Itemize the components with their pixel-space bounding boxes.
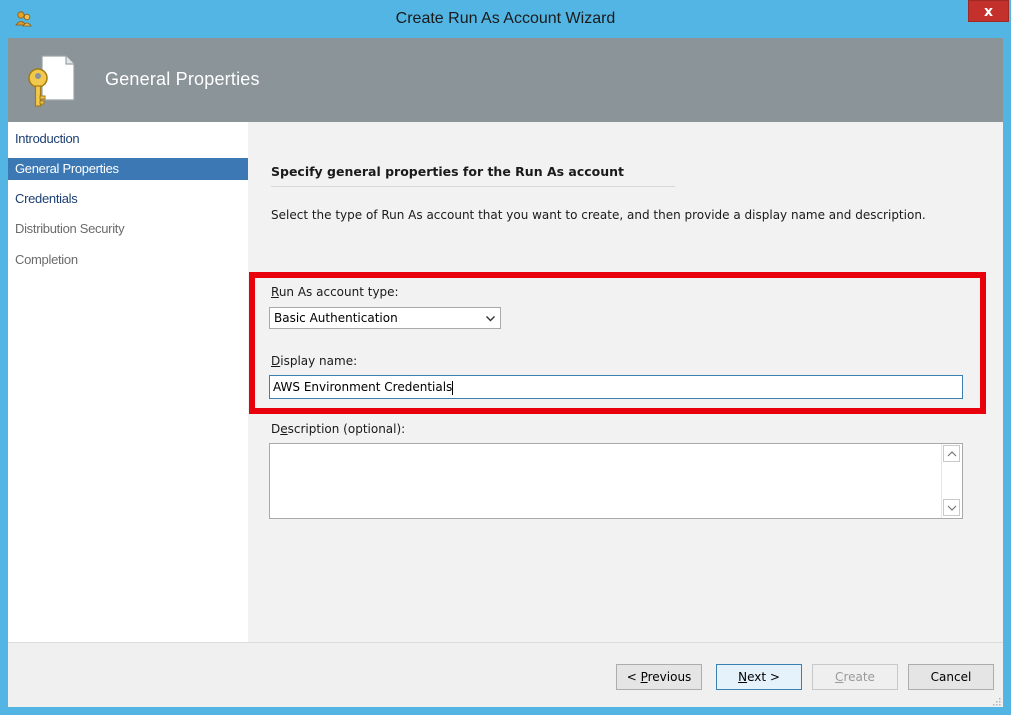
chevron-down-icon bbox=[947, 505, 957, 511]
sidebar-item-label: General Properties bbox=[15, 161, 119, 176]
wizard-window: Create Run As Account Wizard x General P… bbox=[0, 0, 1011, 715]
wizard-client-area: Introduction General Properties Credenti… bbox=[8, 122, 1003, 707]
next-button[interactable]: Next > bbox=[716, 664, 802, 690]
sidebar-item-label: Credentials bbox=[15, 191, 78, 206]
window-title: Create Run As Account Wizard bbox=[395, 10, 616, 27]
button-label: revious bbox=[647, 670, 692, 684]
wizard-content-pane: Specify general properties for the Run A… bbox=[248, 122, 1003, 642]
button-label: reate bbox=[843, 670, 875, 684]
page-header: General Properties bbox=[8, 38, 1003, 122]
scroll-up-button[interactable] bbox=[943, 445, 960, 462]
section-heading: Specify general properties for the Run A… bbox=[271, 164, 625, 179]
close-icon: x bbox=[983, 4, 994, 20]
label-text: scription (optional): bbox=[287, 422, 406, 436]
label-text: D bbox=[271, 422, 281, 436]
chevron-up-icon bbox=[947, 451, 957, 457]
annotation-highlight-box bbox=[249, 272, 986, 414]
title-bar[interactable]: Create Run As Account Wizard x bbox=[0, 0, 1011, 38]
previous-button[interactable]: < Previous bbox=[616, 664, 702, 690]
description-textarea[interactable] bbox=[269, 443, 963, 519]
sidebar-item-introduction[interactable]: Introduction bbox=[8, 128, 248, 150]
cancel-button[interactable]: Cancel bbox=[908, 664, 994, 690]
page-header-title: General Properties bbox=[105, 69, 260, 89]
sidebar-item-credentials[interactable]: Credentials bbox=[8, 188, 248, 210]
sidebar-item-distribution-security: Distribution Security bbox=[8, 218, 248, 240]
mnemonic-letter: P bbox=[640, 670, 648, 684]
wizard-footer: < Previous Next > Create Cancel bbox=[8, 642, 1003, 707]
sidebar-item-completion: Completion bbox=[8, 249, 248, 271]
mnemonic-letter: e bbox=[280, 422, 288, 436]
scroll-down-button[interactable] bbox=[943, 499, 960, 516]
description-label: Description (optional): bbox=[271, 422, 405, 436]
sidebar-item-label: Introduction bbox=[15, 131, 80, 146]
wizard-steps-nav: Introduction General Properties Credenti… bbox=[8, 122, 248, 642]
heading-divider bbox=[271, 186, 675, 187]
button-label: Cancel bbox=[930, 670, 972, 684]
instructions-text: Select the type of Run As account that y… bbox=[271, 208, 926, 222]
create-button: Create bbox=[812, 664, 898, 690]
sidebar-item-label: Completion bbox=[15, 252, 78, 267]
key-document-icon bbox=[20, 48, 84, 112]
resize-grip-icon[interactable] bbox=[991, 695, 1001, 706]
close-button[interactable]: x bbox=[968, 0, 1009, 22]
description-scrollbar[interactable] bbox=[941, 444, 962, 518]
sidebar-item-label: Distribution Security bbox=[15, 221, 125, 236]
button-label: < bbox=[626, 670, 641, 684]
mnemonic-letter: N bbox=[738, 670, 748, 684]
button-label: ext > bbox=[747, 670, 780, 684]
sidebar-item-general-properties[interactable]: General Properties bbox=[8, 158, 248, 180]
